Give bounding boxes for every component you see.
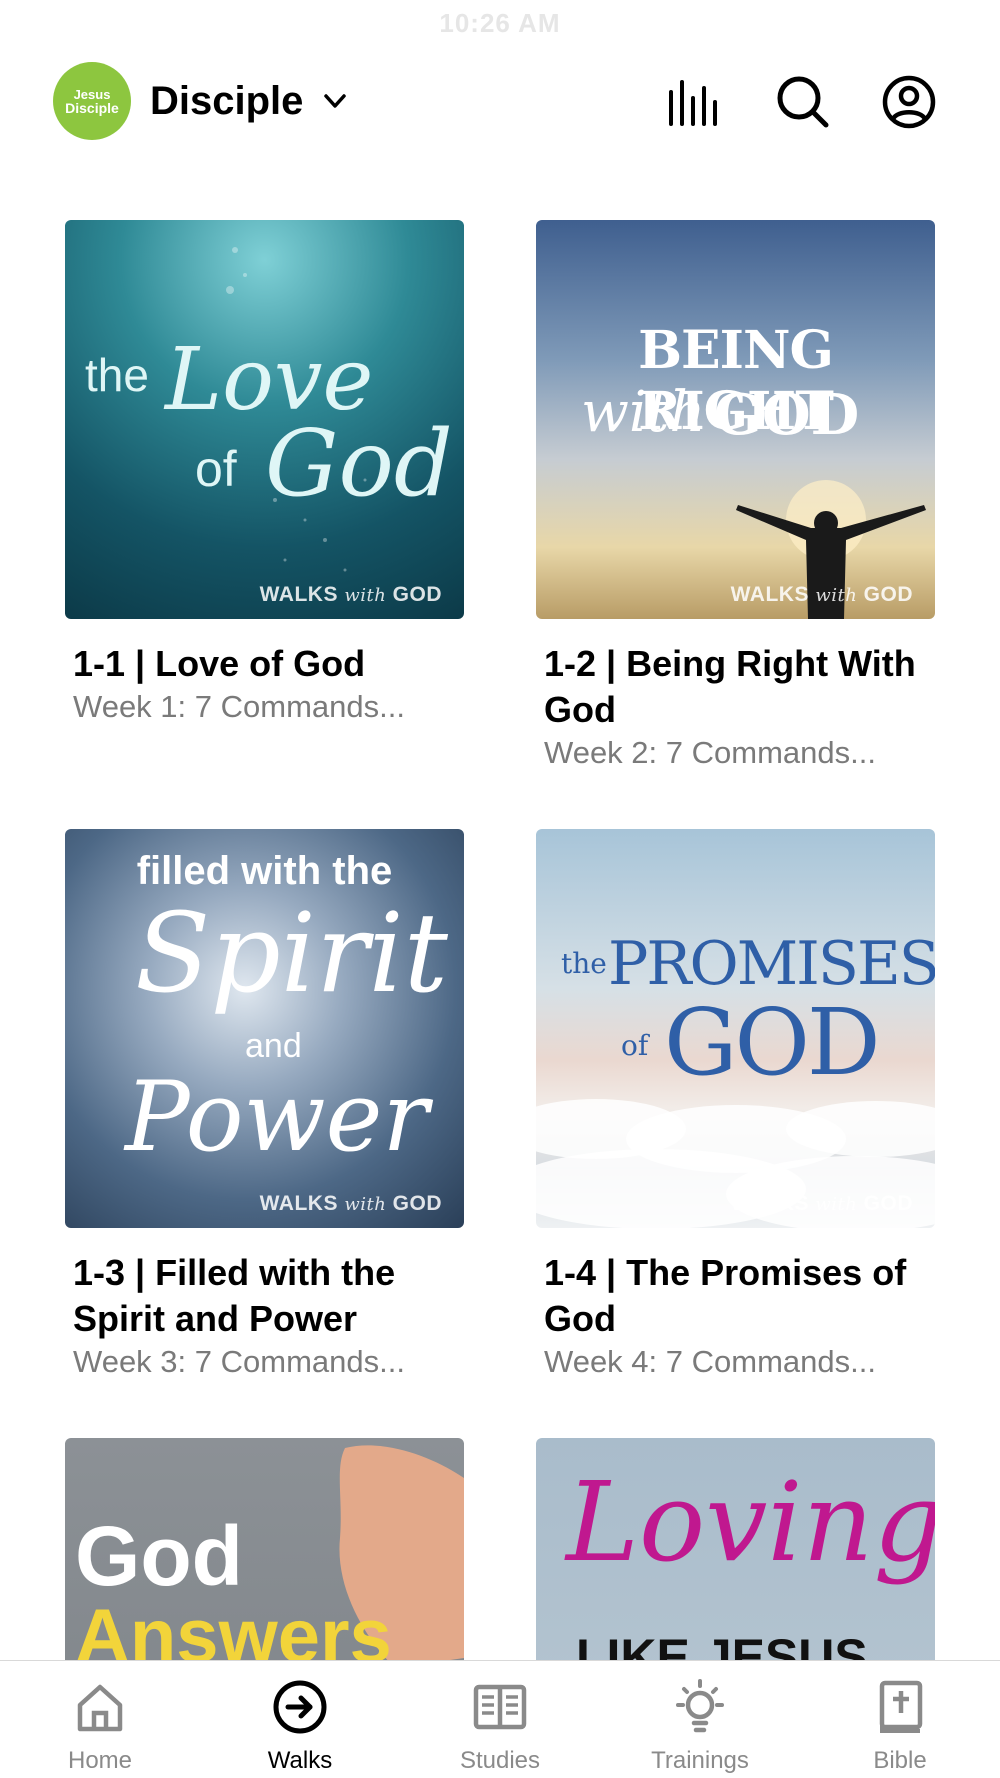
profile-icon[interactable] bbox=[881, 74, 937, 130]
logo-line2: Disciple bbox=[65, 99, 119, 116]
tab-label: Walks bbox=[267, 1747, 333, 1774]
bottom-tab-bar: Home Walks Studies Trainings Bible bbox=[0, 1660, 1000, 1778]
tab-label: Bible bbox=[873, 1747, 927, 1774]
walk-card[interactable]: the Love of God WALKS with GOD 1-1 | Lov… bbox=[65, 220, 464, 727]
art-text: GOD bbox=[664, 989, 881, 1096]
walk-subtitle: Week 3: 7 Commands... bbox=[73, 1344, 405, 1379]
app-switcher[interactable]: Disciple bbox=[150, 76, 349, 126]
art-text: filled with the bbox=[136, 849, 393, 893]
app-logo[interactable]: Jesus Disciple bbox=[53, 62, 131, 140]
app-name: Disciple bbox=[150, 78, 304, 123]
tab-bible[interactable]: Bible bbox=[800, 1679, 1000, 1775]
walk-card[interactable]: filled with the Spirit and Power WALKS w… bbox=[65, 829, 464, 1382]
tab-label: Studies bbox=[459, 1747, 541, 1774]
art-text: the bbox=[85, 349, 149, 401]
bible-icon bbox=[879, 1680, 923, 1733]
walk-thumbnail: filled with the Spirit and Power WALKS w… bbox=[65, 829, 464, 1228]
walk-card[interactable]: the PROMISES of GOD WALKS with GOD 1-4 |… bbox=[536, 829, 935, 1382]
art-text: the bbox=[561, 947, 607, 980]
arrow-circle-icon bbox=[273, 1680, 327, 1734]
walk-thumbnail: the PROMISES of GOD WALKS with GOD bbox=[536, 829, 935, 1228]
logo-line1: Jesus bbox=[73, 86, 111, 102]
tab-label: Trainings bbox=[651, 1747, 749, 1774]
chevron-down-icon bbox=[324, 94, 347, 108]
open-book-icon bbox=[473, 1684, 527, 1730]
art-text: Loving bbox=[566, 1458, 935, 1586]
search-icon[interactable] bbox=[775, 74, 831, 130]
app-header: Jesus Disciple Disciple bbox=[0, 62, 1000, 142]
brand-watermark: WALKS with GOD bbox=[730, 1192, 913, 1215]
walk-thumbnail: the Love of God WALKS with GOD bbox=[65, 220, 464, 619]
walk-card[interactable]: BEING RIGHT with GOD WALKS with GOD 1-2 … bbox=[536, 220, 935, 773]
walk-title: 1-4 | The Promises of God bbox=[544, 1252, 907, 1339]
walk-title: 1-1 | Love of God bbox=[73, 643, 366, 684]
status-time: 10:26 AM bbox=[439, 8, 561, 38]
home-icon bbox=[77, 1684, 123, 1732]
walk-subtitle: Week 4: 7 Commands... bbox=[544, 1344, 876, 1379]
art-text: of bbox=[195, 441, 237, 497]
art-text: God bbox=[265, 410, 453, 517]
walk-subtitle: Week 1: 7 Commands... bbox=[73, 689, 405, 724]
walk-thumbnail: BEING RIGHT with GOD WALKS with GOD bbox=[536, 220, 935, 619]
tab-label: Home bbox=[67, 1747, 133, 1774]
brand-watermark: WALKS with GOD bbox=[259, 1192, 442, 1215]
art-text: Power bbox=[125, 1061, 429, 1173]
brand-watermark: WALKS with GOD bbox=[730, 583, 913, 606]
tab-studies[interactable]: Studies bbox=[400, 1679, 600, 1775]
lightbulb-icon bbox=[676, 1679, 724, 1733]
art-text: of bbox=[621, 1029, 649, 1062]
art-text: Spirit bbox=[135, 889, 448, 1017]
tab-home[interactable]: Home bbox=[0, 1679, 200, 1775]
tab-walks[interactable]: Walks bbox=[200, 1679, 400, 1775]
walk-title: 1-3 | Filled with the Spirit and Power bbox=[73, 1252, 396, 1339]
person-silhouette bbox=[736, 480, 926, 619]
walk-subtitle: Week 2: 7 Commands... bbox=[544, 735, 876, 770]
walk-title: 1-2 | Being Right With God bbox=[544, 643, 916, 730]
audio-bars-icon[interactable] bbox=[667, 74, 723, 130]
art-text: God bbox=[75, 1509, 243, 1603]
brand-watermark: WALKS with GOD bbox=[259, 583, 442, 606]
tab-trainings[interactable]: Trainings bbox=[600, 1679, 800, 1775]
